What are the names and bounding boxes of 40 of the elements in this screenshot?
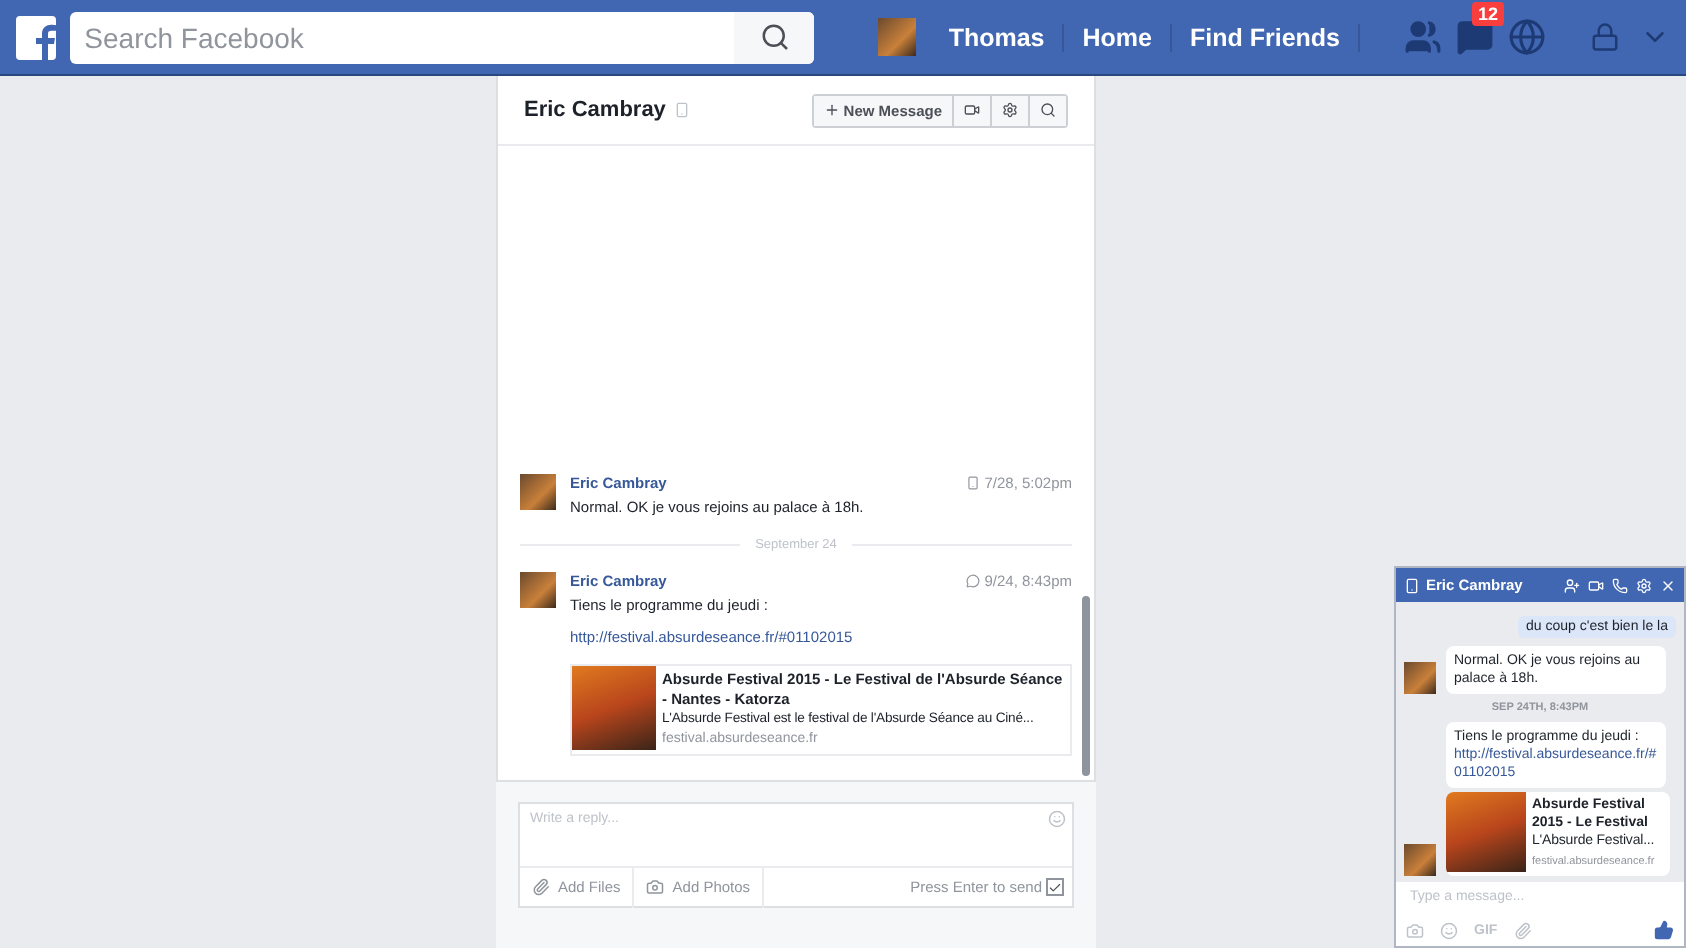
settings-icon[interactable] bbox=[1636, 577, 1652, 593]
video-camera-icon bbox=[964, 102, 980, 118]
phone-icon bbox=[1404, 577, 1420, 593]
search-button[interactable] bbox=[1028, 95, 1066, 125]
video-call-button[interactable] bbox=[952, 95, 990, 125]
nav-link[interactable]: Home bbox=[1064, 23, 1172, 51]
avatar-photo bbox=[1404, 662, 1436, 694]
search-field[interactable]: Search Facebook bbox=[70, 21, 735, 53]
avatar-photo bbox=[520, 474, 556, 510]
plus-icon bbox=[823, 102, 840, 118]
close-icon[interactable] bbox=[1660, 577, 1676, 593]
search-icon bbox=[1040, 102, 1056, 118]
profile-link[interactable]: Thomas bbox=[930, 23, 1065, 51]
checkbox[interactable] bbox=[1046, 878, 1064, 896]
smiley-icon bbox=[1048, 810, 1066, 828]
photo-placeholder bbox=[1446, 792, 1526, 872]
search-button[interactable] bbox=[734, 11, 815, 63]
photo-placeholder bbox=[572, 666, 656, 750]
nav-link[interactable]: Find Friends bbox=[1172, 23, 1360, 51]
search-icon bbox=[759, 22, 790, 52]
avatar-photo bbox=[1404, 844, 1436, 876]
avatar-photo bbox=[520, 572, 556, 608]
paperclip-icon bbox=[532, 878, 550, 896]
settings-icon bbox=[1002, 102, 1018, 118]
phone-icon bbox=[966, 476, 981, 490]
messages-icon[interactable] bbox=[1456, 18, 1494, 56]
camera-icon bbox=[646, 878, 665, 896]
search-box[interactable]: Search Facebook bbox=[70, 11, 815, 63]
conversation-title: Eric Cambray bbox=[524, 98, 666, 122]
phone-call-icon[interactable] bbox=[1612, 577, 1628, 593]
notification-badge: 12 bbox=[1472, 2, 1505, 26]
avatar-photo bbox=[878, 18, 917, 56]
video-camera-icon[interactable] bbox=[1588, 577, 1604, 593]
phone-icon bbox=[673, 102, 690, 118]
settings-button[interactable] bbox=[990, 95, 1028, 125]
thumbs-up-icon[interactable] bbox=[1654, 920, 1674, 940]
paperclip-icon[interactable] bbox=[1513, 921, 1532, 939]
facebook-logo-icon[interactable] bbox=[16, 15, 57, 59]
add-person-icon[interactable] bbox=[1564, 577, 1580, 593]
chat-bubble-icon bbox=[966, 574, 981, 588]
